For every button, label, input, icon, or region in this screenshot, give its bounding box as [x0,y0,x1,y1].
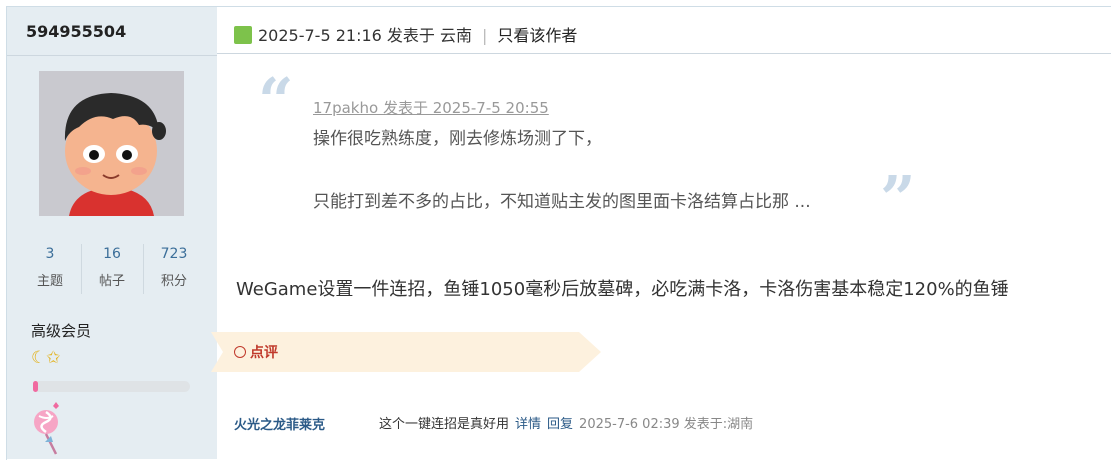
post-header: 2025-7-5 21:16 发表于 云南 | 只看该作者 [234,22,577,46]
divider [217,53,1111,54]
divider [7,55,217,56]
stat-label: 主题 [36,274,63,289]
comment-item: 这个一键连招是真好用 详情 回复 2025-7-6 02:39 发表于:湖南 [379,413,753,432]
quote-line: 操作很吃熟练度，刚去修炼场测了下， [313,129,602,149]
divider: | [482,26,488,45]
online-status-icon [234,26,252,44]
comment-time: 2025-7-6 02:39 发表于:湖南 [579,417,754,432]
level-stars-icon: ☾✩ [31,348,61,368]
avatar[interactable] [39,71,184,216]
quote-source-link[interactable]: 17pakho 发表于 2025-7-5 20:55 [313,97,549,118]
stat-topics[interactable]: 3 主题 [19,246,81,289]
quote-line: 只能打到差不多的占比，不知道贴主发的图里面卡洛结算占比那 ... [313,192,811,212]
stat-value: 723 [160,246,188,262]
stat-label: 积分 [160,274,187,289]
post-body: WeGame设置一件连招，鱼锤1050毫秒后放墓碑，必吃满卡洛，卡洛伤害基本稳定… [236,279,1009,300]
post-time: 2025-7-5 21:16 发表于 云南 [258,26,472,45]
author-name[interactable]: 594955504 [26,22,126,41]
comment-detail-link[interactable]: 详情 [515,417,541,432]
stat-label: 帖子 [98,274,125,289]
progress-fill [33,381,38,392]
stat-points[interactable]: 723 积分 [143,246,205,289]
comment-text: 这个一键连招是真好用 [379,417,510,432]
user-level[interactable]: 高级会员 [31,320,91,341]
comment-section-label: 点评 [234,342,278,362]
comment-reply-link[interactable]: 回复 [547,417,573,432]
stat-value: 16 [103,246,121,262]
comment-user-link[interactable]: 火光之龙菲莱克 [234,414,325,433]
stat-value: 3 [45,246,55,262]
comment-icon [234,346,246,358]
stat-posts[interactable]: 16 帖子 [81,246,143,289]
level-progress-bar [33,381,190,392]
quote-open-icon: “ [258,64,294,137]
only-author-link[interactable]: 只看该作者 [497,26,577,45]
comment-label: 点评 [250,345,278,361]
quote-close-icon: ” [880,162,916,235]
lollipop-medal-icon[interactable] [31,400,65,456]
